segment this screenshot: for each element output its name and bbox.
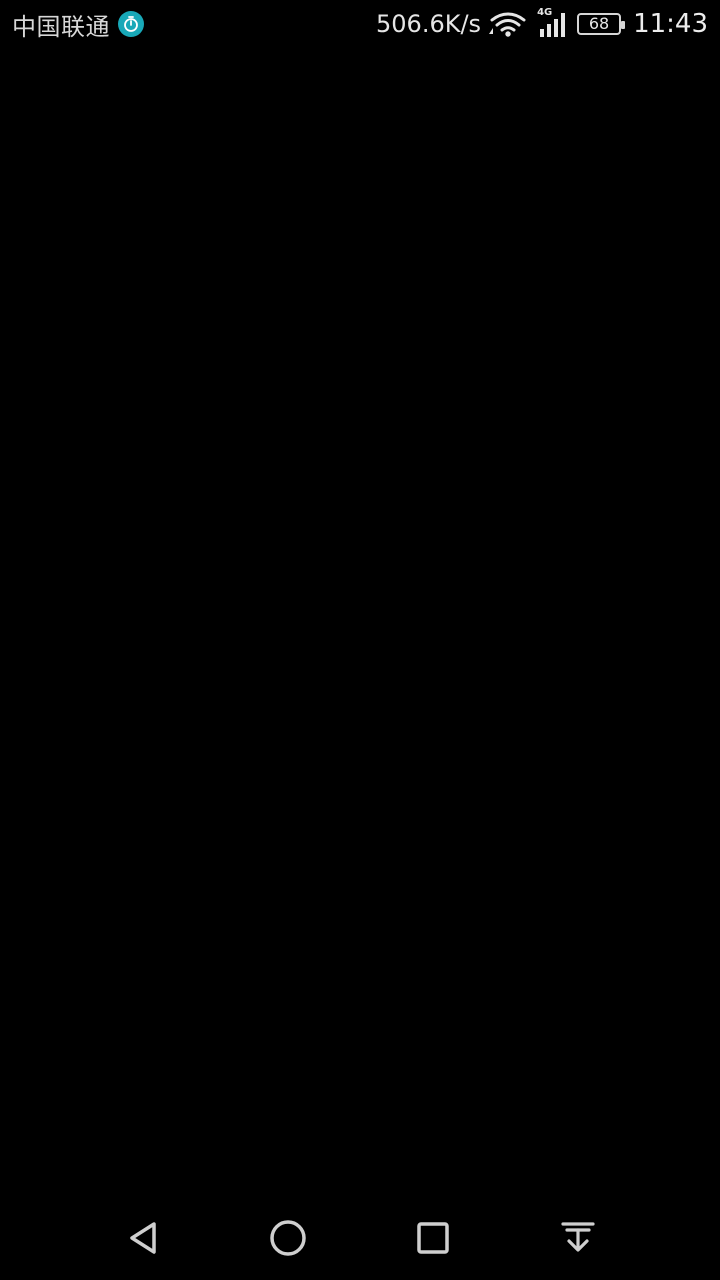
recents-button[interactable] [397,1202,469,1274]
home-circle-icon [268,1218,308,1258]
status-bar: 中国联通 506.6K/s 4G 68 11:43 [0,0,720,48]
recents-square-icon [413,1218,453,1258]
navigation-bar [0,1196,720,1280]
stopwatch-icon [118,11,144,37]
home-button[interactable] [252,1202,324,1274]
status-right: 506.6K/s 4G 68 11:43 [376,7,708,39]
back-triangle-icon [123,1218,163,1258]
battery-icon: 68 [577,13,626,35]
carrier-name: 中国联通 [12,12,110,41]
status-time: 11:43 [633,9,708,39]
battery-level: 68 [588,14,610,33]
network-speed: 506.6K/s [376,10,482,38]
blank-content-area [0,48,720,1196]
notifications-pulldown-button[interactable] [542,1202,614,1274]
status-left: 中国联通 [12,7,144,42]
network-type-label: 4G [537,7,553,18]
pull-down-notifications-icon [558,1218,598,1258]
cellular-signal-icon: 4G [535,7,569,39]
wifi-icon [489,10,527,38]
back-button[interactable] [107,1202,179,1274]
